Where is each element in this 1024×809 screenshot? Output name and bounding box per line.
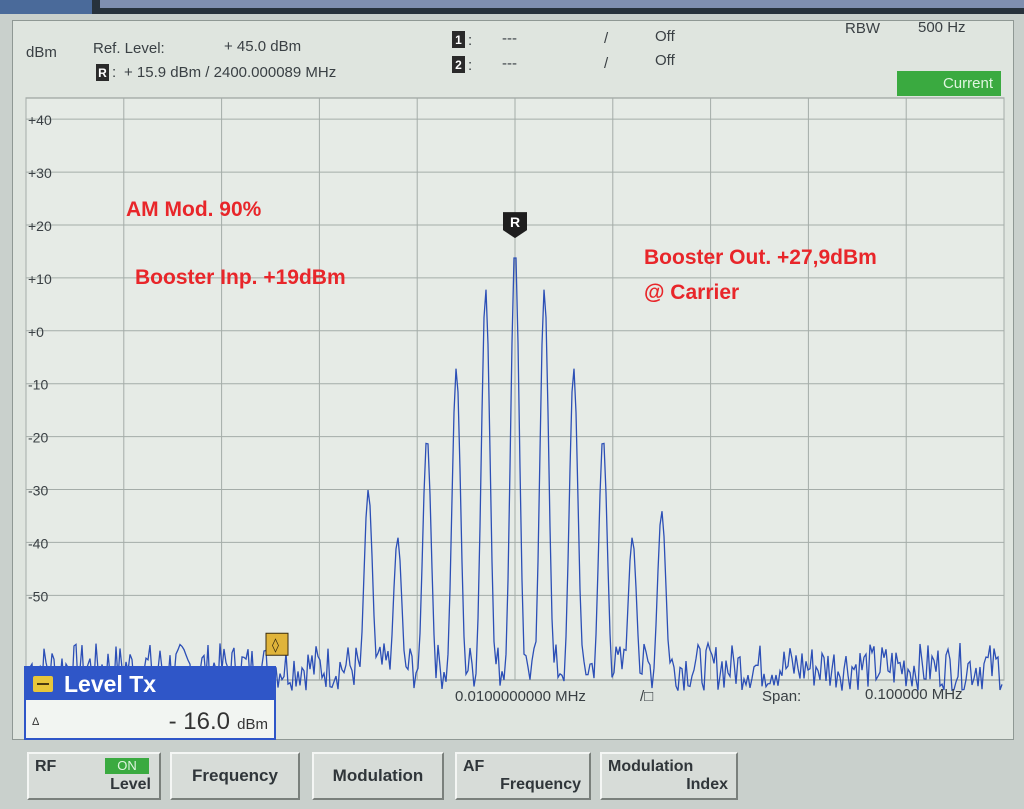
softkey-frequency[interactable]: Frequency	[170, 752, 300, 800]
softkey-rf-level[interactable]: RF ON Level	[27, 752, 161, 800]
level-tx-title-bar: Level Tx	[26, 668, 274, 700]
level-tx-unit: dBm	[237, 716, 268, 733]
softkey-frequency-label: Frequency	[192, 766, 278, 785]
y-tick-label: +0	[28, 324, 44, 340]
level-tx-value[interactable]: - 16.0	[169, 708, 230, 736]
softkey-level-label: Level	[110, 776, 151, 793]
softkey-modulation-label: Modulation	[332, 766, 424, 785]
center-frequency: 0.0100000000 MHz	[455, 688, 586, 705]
softkey-af-label: AF	[463, 758, 485, 775]
delta-icon: Δ	[32, 716, 40, 728]
span-label: Span:	[762, 688, 802, 705]
reference-marker-label: R	[510, 214, 520, 230]
annotation-booster-input: Booster Inp. +19dBm	[135, 266, 346, 289]
softkey-af-frequency-label: Frequency	[500, 776, 581, 793]
y-tick-label: -40	[28, 535, 48, 551]
level-tx-entry[interactable]: Level Tx Δ - 16.0 dBm	[24, 666, 276, 740]
y-tick-label: -20	[28, 430, 48, 446]
softkey-modulation-index-label: Index	[686, 776, 728, 793]
y-tick-label: -50	[28, 588, 48, 604]
minimize-icon[interactable]	[33, 676, 53, 692]
y-tick-label: +20	[28, 218, 52, 234]
annotation-am-mod: AM Mod. 90%	[126, 198, 262, 221]
y-tick-label: +30	[28, 165, 52, 181]
y-tick-label: -10	[28, 377, 48, 393]
softkey-af-frequency[interactable]: AF Frequency	[455, 752, 591, 800]
y-tick-label: -30	[28, 483, 48, 499]
softkey-modulation-index-top-label: Modulation	[608, 758, 694, 775]
softkey-modulation-index[interactable]: Modulation Index	[600, 752, 738, 800]
span-value: 0.100000 MHz	[865, 686, 963, 703]
annotation-at-carrier: @ Carrier	[644, 281, 740, 304]
on-badge: ON	[105, 758, 149, 774]
level-tx-title: Level Tx	[64, 671, 157, 697]
y-tick-label: +10	[28, 271, 52, 287]
softkey-rf-label: RF	[35, 758, 57, 775]
center-frequency-suffix: /□	[640, 688, 654, 705]
softkey-modulation[interactable]: Modulation	[312, 752, 444, 800]
y-tick-label: +40	[28, 112, 52, 128]
annotation-booster-output: Booster Out. +27,9dBm	[644, 246, 877, 269]
level-marker-label: ◊	[272, 637, 279, 653]
